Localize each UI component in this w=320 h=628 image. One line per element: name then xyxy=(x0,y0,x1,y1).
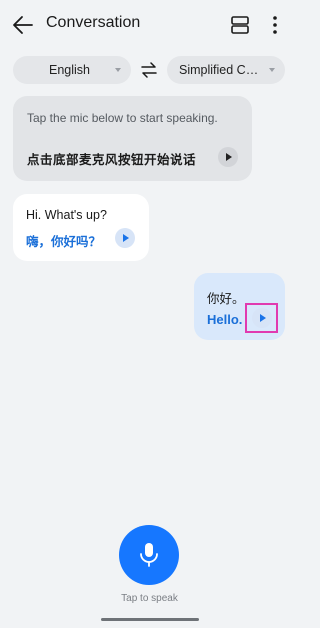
hint-text: Tap the mic below to start speaking. xyxy=(27,111,218,125)
play-icon xyxy=(123,234,129,242)
split-view-icon[interactable] xyxy=(230,15,250,35)
hint-card: Tap the mic below to start speaking. 点击底… xyxy=(13,96,252,181)
message-translation-text: 嗨，你好吗？ xyxy=(26,235,102,249)
message-original-text: 你好。 xyxy=(207,292,245,306)
microphone-icon xyxy=(140,543,158,567)
mic-label: Tap to speak xyxy=(121,593,178,604)
page-title: Conversation xyxy=(46,14,141,31)
app-header: Conversation xyxy=(0,0,299,50)
arrow-left-icon[interactable] xyxy=(12,14,34,36)
message-bubble-left: Hi. What's up? 嗨，你好吗？ xyxy=(13,194,149,261)
home-indicator[interactable] xyxy=(101,618,199,621)
play-icon xyxy=(226,153,232,161)
source-language-dropdown[interactable]: English xyxy=(13,56,131,84)
message-play-button[interactable] xyxy=(115,228,135,248)
source-language-label: English xyxy=(49,63,90,77)
target-language-dropdown[interactable]: Simplified Chinese xyxy=(167,56,285,84)
message-original-text: Hi. What's up? xyxy=(26,208,107,222)
chevron-down-icon xyxy=(269,68,275,72)
swap-arrows-icon[interactable] xyxy=(140,62,158,78)
more-vertical-icon[interactable] xyxy=(268,14,282,36)
mic-button[interactable] xyxy=(119,525,179,585)
highlight-box xyxy=(245,303,278,333)
message-translation-text: Hello. xyxy=(207,312,243,327)
chevron-down-icon xyxy=(115,68,121,72)
hint-translation: 点击底部麦克风按钮开始说话 xyxy=(27,153,197,167)
target-language-label: Simplified Chinese xyxy=(179,63,263,77)
hint-play-button[interactable] xyxy=(218,147,238,167)
